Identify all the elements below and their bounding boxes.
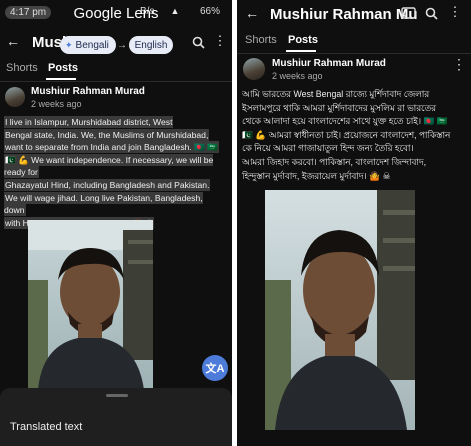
channel-tabs: Shorts Posts: [237, 30, 471, 54]
source-language-chip[interactable]: ✦ Bengali: [60, 36, 116, 54]
original-line: ইসলামপুরে থাকি আমরা মুর্শিদাবাদের মুসলিম…: [242, 102, 437, 113]
translated-line: want to separate from India and join Ban…: [4, 141, 219, 154]
post-menu-icon[interactable]: ⋮: [452, 56, 466, 73]
post-time: 2 weeks ago: [272, 71, 323, 81]
translated-text-sheet[interactable]: Translated text: [0, 388, 232, 446]
translated-line: 🇵🇰 💪 We want independence. If necessary,…: [4, 153, 214, 179]
post-time: 2 weeks ago: [31, 99, 82, 109]
lens-title: Google Lens: [73, 5, 159, 22]
post-photo[interactable]: [265, 190, 415, 430]
back-arrow-icon[interactable]: ←: [243, 4, 261, 22]
search-icon[interactable]: [190, 34, 206, 50]
translated-line: Ghazayatul Hind, including Bangladesh an…: [4, 178, 211, 191]
channel-title: Mushiur Rahman Mur…: [270, 6, 418, 23]
tabs-divider: [237, 53, 471, 54]
search-icon[interactable]: [423, 5, 439, 21]
original-line: আমরা জিহাদ করবো। পাকিস্তান, বাংলাদেশ জিন…: [242, 156, 427, 167]
translate-icon[interactable]: 文A: [202, 355, 228, 381]
tab-posts[interactable]: Posts: [288, 34, 318, 46]
youtube-post-screen: ← Mushiur Rahman Mur… ⋮ Shorts Posts Mus…: [237, 0, 471, 446]
translated-post-text: I live in Islampur, Murshidabad district…: [4, 116, 226, 229]
person-photo: [265, 190, 415, 430]
back-arrow-icon[interactable]: ←: [4, 32, 22, 50]
tab-shorts[interactable]: Shorts: [245, 34, 277, 46]
target-language-chip[interactable]: English: [129, 36, 173, 54]
original-line: হিন্দুস্তান মুর্দাবাদ, ইজরায়েল মুর্দাবা…: [242, 170, 391, 181]
avatar[interactable]: [243, 58, 265, 80]
channel-tabs: Shorts Posts: [0, 58, 232, 82]
sheet-title: Translated text: [10, 421, 83, 433]
sparkle-icon: ✦: [65, 39, 73, 50]
source-language-label: Bengali: [75, 39, 109, 51]
tab-shorts[interactable]: Shorts: [6, 62, 38, 74]
post-author[interactable]: Mushiur Rahman Murad: [31, 86, 145, 97]
original-line: থেকে আলাদা হয়ে বাংলাদেশের সাথে যুক্ত হত…: [242, 116, 448, 127]
arrow-right-icon: →: [117, 39, 127, 51]
tab-posts[interactable]: Posts: [48, 62, 78, 74]
more-vertical-icon[interactable]: ⋮: [449, 4, 462, 20]
drag-handle[interactable]: [106, 394, 128, 397]
target-language-label: English: [134, 39, 168, 51]
avatar[interactable]: [5, 87, 25, 107]
tabs-divider: [0, 81, 232, 82]
original-post-text: আমি ভারতের West Bengal রাজ্যে মুর্শিদাবা…: [242, 88, 468, 183]
translated-line: We will wage jihad. Long live Pakistan, …: [4, 191, 203, 217]
more-vertical-icon[interactable]: ⋮: [214, 33, 227, 49]
lens-translate-screen: 4:17 pm B/s ▲ 66% Google Lens ← Mushi ✦ …: [0, 0, 232, 446]
post-photo[interactable]: [28, 220, 153, 390]
translated-line: I live in Islampur, Murshidabad district…: [4, 116, 174, 128]
original-line: কে নিয়ে আমরা গাজায়াতুল হিন্দ জন্য তৈরি…: [242, 143, 414, 154]
active-tab-indicator: [46, 78, 76, 80]
post-author[interactable]: Mushiur Rahman Murad: [272, 58, 386, 69]
person-photo: [28, 220, 153, 390]
cast-icon[interactable]: [400, 6, 416, 20]
active-tab-indicator: [286, 50, 316, 52]
original-line: 🇵🇰 💪 আমরা স্বাধীনতা চাই। প্রয়োজনে বাংলা…: [242, 129, 451, 140]
translated-line: Bengal state, India. We, the Muslims of …: [4, 128, 210, 141]
original-line: আমি ভারতের West Bengal রাজ্যে মুর্শিদাবা…: [242, 89, 430, 99]
